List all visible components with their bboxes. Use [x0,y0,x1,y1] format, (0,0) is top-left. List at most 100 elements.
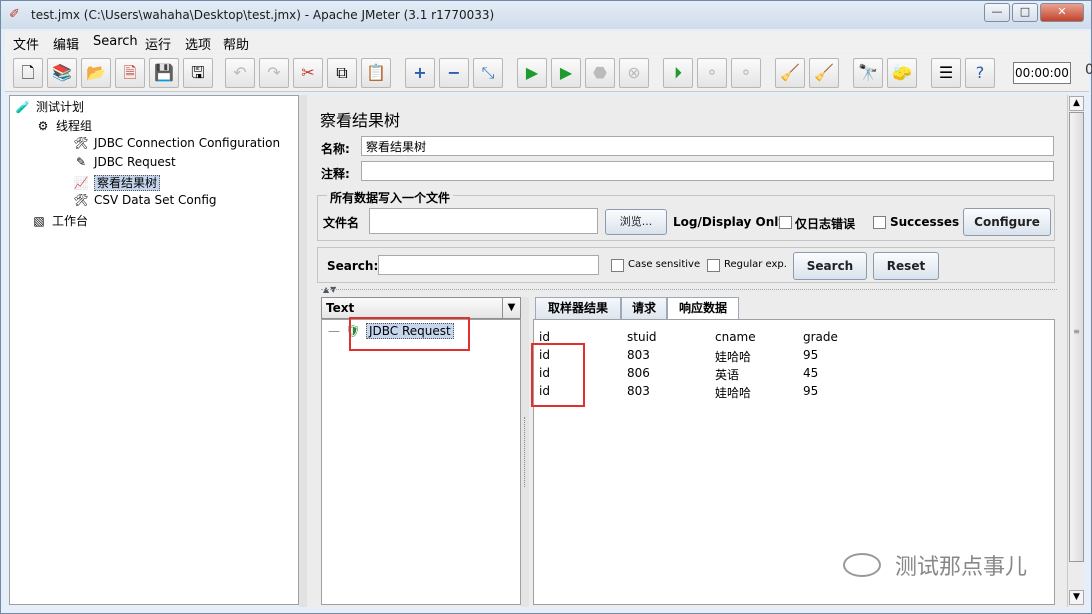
thread-group-gear-icon: ⚙ [37,119,49,133]
filename-field[interactable] [369,208,598,234]
tree-item-jdbc-connection[interactable]: 🛠 JDBC Connection Configuration [72,136,280,154]
search-binoculars-icon[interactable]: 🔭 [853,58,883,88]
help-icon[interactable]: ? [965,58,995,88]
start-icon[interactable]: ▶ [517,58,547,88]
remote-start-icon[interactable]: ⏵ [663,58,693,88]
comment-label: 注释: [321,167,350,181]
tree-item-workbench[interactable]: ▧ 工作台 [30,212,88,230]
new-icon[interactable]: 🗋 [13,58,43,88]
clear-all-icon[interactable]: 🧹 [809,58,839,88]
successes-checkbox[interactable] [873,216,886,229]
regex-checkbox[interactable] [707,259,720,272]
row1-cname: 娃哈哈 [715,350,752,364]
window-title: test.jmx (C:\Users\wahaha\Desktop\test.j… [31,8,495,22]
results-vertical-splitter[interactable] [521,297,529,607]
wechat-logo-icon [843,553,881,577]
row3-grade: 95 [803,384,819,398]
name-field[interactable] [361,136,1054,156]
search-input[interactable] [378,255,599,275]
toolbar: 🗋 📚 📂 🗎 💾 🖫 ↶ ↷ ✂ ⧉ 📋 + − ⤡ ▶ ▶ ⬣ ⊗ ⏵ ⚬ … [5,54,1092,92]
tab-response-data[interactable]: 响应数据 [667,297,739,320]
regex-label: Regular exp. [724,259,787,270]
open-icon[interactable]: 📂 [81,58,111,88]
scroll-up-icon[interactable]: ▲ [1069,96,1084,111]
row3-cname: 娃哈哈 [715,386,752,400]
renderer-select[interactable]: Text ▼ [321,297,521,319]
tree-item-view-results-tree[interactable]: 📈 察看结果树 [72,174,161,192]
tree-item-thread-group[interactable]: ⚙ 线程组 [34,117,92,135]
copy-icon[interactable]: ⧉ [327,58,357,88]
jmeter-feather-icon: ✐ [9,7,20,22]
errors-only-checkbox[interactable] [779,216,792,229]
name-label: 名称: [321,142,350,156]
save-as-icon[interactable]: 🖫 [183,58,213,88]
title-bar: ✐ test.jmx (C:\Users\wahaha\Desktop\test… [1,1,1091,29]
remote-stop-icon[interactable]: ⚬ [697,58,727,88]
results-splitter[interactable] [321,289,1057,294]
start-no-pauses-icon[interactable]: ▶ [551,58,581,88]
collapse-all-icon[interactable]: − [439,58,469,88]
config-tools-icon: 🛠 [73,193,89,207]
search-button[interactable]: Search [793,252,867,280]
tab-request[interactable]: 请求 [621,297,667,319]
write-results-title: 所有数据写入一个文件 [327,189,454,206]
close-button[interactable]: ✕ [1040,3,1084,22]
cut-icon[interactable]: ✂ [293,58,323,88]
function-helper-icon[interactable]: ☰ [931,58,961,88]
close-file-icon[interactable]: 🗎 [115,58,145,88]
splitter-grip [524,417,526,487]
shutdown-icon[interactable]: ⊗ [619,58,649,88]
comment-field[interactable] [361,161,1054,181]
redo-icon[interactable]: ↷ [259,58,289,88]
errors-only-label: 仅日志错误 [795,217,856,231]
test-plan-tree: 🧪 测试计划 ⚙ 线程组 🛠 JDBC Connection Configuratio… [9,95,299,605]
panel-scrollbar[interactable]: ▲ ≡ ▼ [1067,95,1084,607]
menu-help[interactable]: 帮助 [223,34,249,53]
paste-icon[interactable]: 📋 [361,58,391,88]
maximize-button[interactable]: □ [1012,3,1038,22]
menu-options[interactable]: 选项 [185,34,211,53]
reset-search-icon[interactable]: 🧽 [887,58,917,88]
browse-button[interactable]: 浏览... [605,209,667,235]
config-tools-icon: 🛠 [73,136,89,150]
case-sensitive-checkbox[interactable] [611,259,624,272]
tree-item-test-plan[interactable]: 🧪 测试计划 [14,98,85,116]
successes-label: Successes [890,215,960,229]
undo-icon[interactable]: ↶ [225,58,255,88]
row2-cname: 英语 [715,368,740,382]
main-splitter[interactable] [299,95,307,607]
header-id: id [539,330,550,344]
watermark-text: 测试那点事儿 [895,555,1028,580]
stop-icon[interactable]: ⬣ [585,58,615,88]
menu-run[interactable]: 运行 [145,34,171,53]
tab-sampler-result[interactable]: 取样器结果 [535,297,621,319]
configure-button[interactable]: Configure [963,208,1051,236]
case-sensitive-label: Case sensitive [628,259,701,270]
sample-result-tree: — 🛡 JDBC Request [321,319,521,605]
chevron-down-icon: ▼ [502,298,520,318]
filename-label: 文件名 [323,216,360,230]
menu-bar: 文件 编辑 Search 运行 选项 帮助 [5,31,1089,53]
toggle-icon[interactable]: ⤡ [473,58,503,88]
menu-edit[interactable]: 编辑 [53,34,79,53]
tree-item-csv-data-set[interactable]: 🛠 CSV Data Set Config [72,193,216,211]
row2-stuid: 806 [627,366,650,380]
header-cname: cname [715,330,756,344]
menu-file[interactable]: 文件 [13,34,39,53]
scroll-down-icon[interactable]: ▼ [1069,590,1084,605]
minimize-button[interactable]: — [984,3,1010,22]
scroll-thumb[interactable]: ≡ [1069,112,1084,562]
expand-all-icon[interactable]: + [405,58,435,88]
reset-button[interactable]: Reset [873,252,939,280]
highlight-box-sample [349,317,470,351]
clear-icon[interactable]: 🧹 [775,58,805,88]
row2-grade: 45 [803,366,819,380]
templates-icon[interactable]: 📚 [47,58,77,88]
log-display-label: Log/Display Only: [673,215,791,229]
tree-item-jdbc-request[interactable]: ✎ JDBC Request [72,155,176,173]
menu-search[interactable]: Search [93,34,138,49]
remote-shutdown-icon[interactable]: ⚬ [731,58,761,88]
workbench-icon: ▧ [33,214,45,228]
save-icon[interactable]: 💾 [149,58,179,88]
header-grade: grade [803,330,838,344]
